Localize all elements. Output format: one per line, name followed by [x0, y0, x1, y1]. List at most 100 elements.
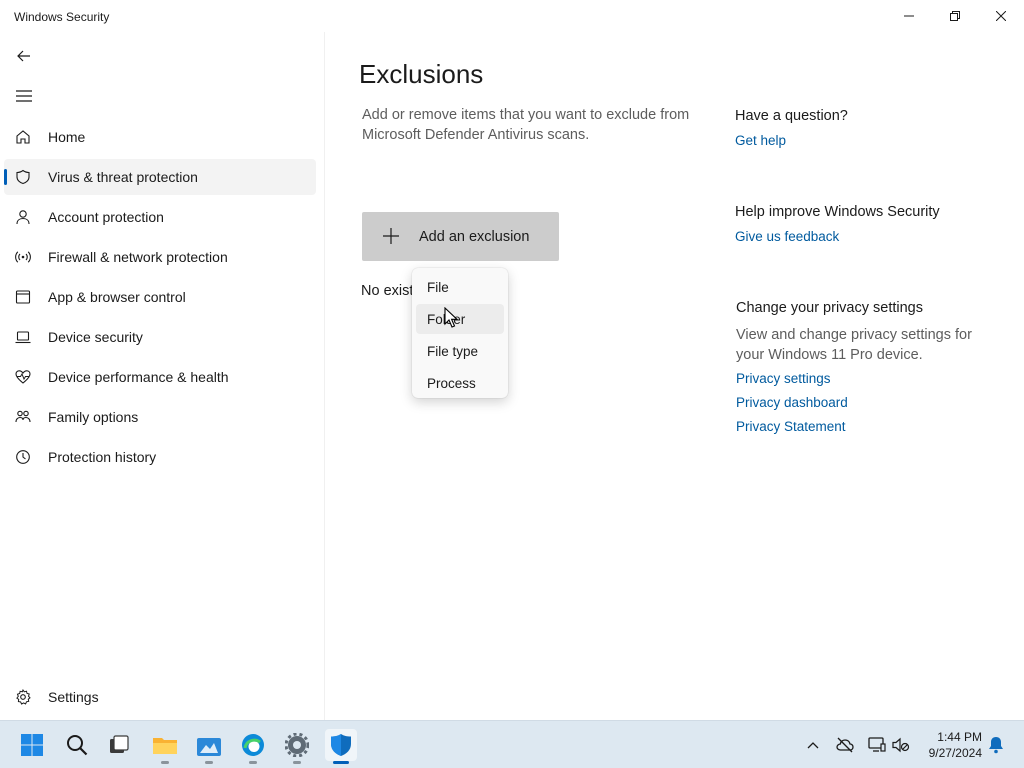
nav-item-label: Virus & threat protection — [48, 169, 198, 185]
navigation-pane: Home Virus & threat protection Account p… — [0, 32, 324, 720]
chevron-up-icon — [807, 742, 819, 749]
nav-item-app-browser-control[interactable]: App & browser control — [4, 279, 316, 315]
heart-pulse-icon — [14, 368, 32, 386]
wifi-signal-icon — [14, 248, 32, 266]
nav-item-label: Device performance & health — [48, 369, 229, 385]
nav-item-family-options[interactable]: Family options — [4, 399, 316, 435]
help-section: Have a question? Get help — [735, 108, 995, 157]
system-clock[interactable]: 1:44 PM 9/27/2024 — [929, 729, 982, 761]
nav-item-settings[interactable]: Settings — [4, 679, 316, 715]
have-question-heading: Have a question? — [735, 108, 848, 124]
app-window-icon — [14, 288, 32, 306]
clock-time: 1:44 PM — [937, 730, 982, 744]
no-existing-exclusions-text: No exist — [361, 283, 414, 299]
give-feedback-link[interactable]: Give us feedback — [735, 229, 995, 244]
file-explorer-icon — [153, 738, 177, 754]
network-tray-button[interactable] — [867, 735, 887, 755]
nav-item-protection-history[interactable]: Protection history — [4, 439, 316, 475]
speaker-muted-icon — [892, 737, 910, 753]
feedback-section: Help improve Windows Security Give us fe… — [735, 204, 995, 253]
nav-item-label: Family options — [48, 409, 139, 425]
menu-item-process[interactable]: Process — [416, 368, 504, 398]
privacy-description: View and change privacy settings for you… — [736, 327, 972, 363]
task-view-icon — [110, 735, 129, 753]
onedrive-tray-button[interactable] — [835, 735, 855, 755]
windows-security-button[interactable] — [325, 729, 357, 764]
shield-icon — [14, 168, 32, 186]
nav-item-firewall-network-protection[interactable]: Firewall & network protection — [4, 239, 316, 275]
taskbar: 1:44 PM 9/27/2024 — [0, 720, 1024, 768]
bell-icon — [989, 737, 1003, 754]
edge-button[interactable] — [237, 729, 269, 764]
start-button[interactable] — [16, 729, 48, 761]
privacy-heading: Change your privacy settings — [736, 300, 923, 316]
task-view-button[interactable] — [103, 729, 135, 761]
hamburger-menu-button[interactable] — [10, 82, 38, 110]
family-icon — [14, 408, 32, 426]
gear-icon — [14, 688, 32, 706]
privacy-section: Change your privacy settings View and ch… — [736, 300, 996, 443]
help-improve-heading: Help improve Windows Security — [735, 204, 940, 220]
exclusion-type-menu: File Folder File type Process — [412, 268, 508, 398]
running-indicator — [161, 761, 169, 764]
back-arrow-icon — [17, 50, 30, 62]
edge-icon — [242, 734, 264, 756]
menu-item-label: File type — [427, 344, 479, 359]
store-icon — [197, 738, 221, 756]
restore-icon — [950, 11, 960, 21]
mouse-pointer-icon — [444, 307, 459, 328]
privacy-statement-link[interactable]: Privacy Statement — [736, 419, 996, 434]
menu-item-label: File — [427, 280, 449, 295]
window-title: Windows Security — [14, 10, 110, 24]
menu-item-file-type[interactable]: File type — [416, 336, 504, 366]
settings-app-button[interactable] — [281, 729, 313, 764]
home-icon — [14, 128, 32, 146]
nav-item-label: Account protection — [48, 209, 164, 225]
show-hidden-icons-button[interactable] — [803, 735, 823, 755]
file-explorer-button[interactable] — [149, 729, 181, 764]
page-description: Add or remove items that you want to exc… — [362, 107, 690, 143]
start-icon — [21, 734, 43, 756]
maximize-button[interactable] — [932, 0, 978, 32]
minimize-icon — [904, 15, 914, 17]
nav-item-account-protection[interactable]: Account protection — [4, 199, 316, 235]
close-button[interactable] — [978, 0, 1024, 32]
nav-item-device-performance-health[interactable]: Device performance & health — [4, 359, 316, 395]
add-exclusion-button[interactable]: Add an exclusion — [362, 212, 559, 261]
nav-item-label: Home — [48, 129, 86, 145]
running-indicator — [249, 761, 257, 764]
volume-tray-button[interactable] — [891, 735, 911, 755]
person-icon — [14, 208, 32, 226]
get-help-link[interactable]: Get help — [735, 133, 995, 148]
hamburger-icon — [16, 90, 32, 102]
minimize-button[interactable] — [886, 0, 932, 32]
menu-item-folder[interactable]: Folder — [416, 304, 504, 334]
plus-icon — [383, 228, 399, 244]
running-indicator — [293, 761, 301, 764]
privacy-dashboard-link[interactable]: Privacy dashboard — [736, 395, 996, 410]
running-indicator — [205, 761, 213, 764]
running-indicator — [333, 761, 349, 764]
notifications-button[interactable] — [986, 735, 1006, 755]
nav-item-label: Device security — [48, 329, 143, 345]
nav-item-label: App & browser control — [48, 289, 186, 305]
nav-item-virus-threat-protection[interactable]: Virus & threat protection — [4, 159, 316, 195]
back-button[interactable] — [10, 42, 38, 70]
laptop-icon — [14, 328, 32, 346]
nav-item-home[interactable]: Home — [4, 119, 316, 155]
settings-icon — [285, 733, 309, 757]
nav-item-device-security[interactable]: Device security — [4, 319, 316, 355]
close-icon — [996, 11, 1006, 21]
history-icon — [14, 448, 32, 466]
clock-date: 9/27/2024 — [928, 746, 982, 760]
add-exclusion-label: Add an exclusion — [419, 229, 530, 245]
search-button[interactable] — [61, 729, 93, 761]
privacy-settings-link[interactable]: Privacy settings — [736, 371, 996, 386]
store-button[interactable] — [193, 729, 225, 764]
title-bar: Windows Security — [0, 0, 1024, 32]
menu-item-file[interactable]: File — [416, 272, 504, 302]
nav-item-label: Protection history — [48, 449, 157, 465]
search-icon — [67, 735, 88, 756]
windows-security-icon — [331, 734, 351, 756]
network-icon — [868, 737, 886, 752]
